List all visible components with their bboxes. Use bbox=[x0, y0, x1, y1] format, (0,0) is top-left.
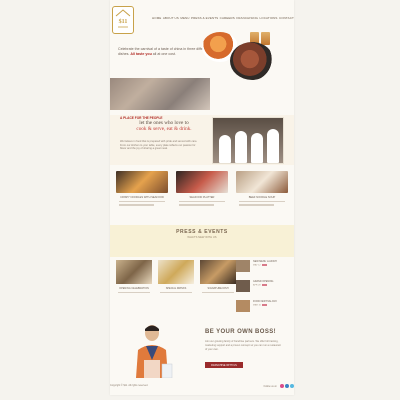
cooks-body: We believe in food that is prepared with… bbox=[120, 140, 198, 151]
press-list-date: APR 28 bbox=[253, 284, 261, 287]
nav-item-locations[interactable]: LOCATIONS bbox=[260, 16, 278, 20]
press-card[interactable]: SPECIAL DRINKS bbox=[158, 260, 194, 310]
menu-card[interactable]: CRISPY NOODLES WITH SEAFOOD bbox=[116, 171, 168, 219]
press-list-title: NEW MENU LAUNCH bbox=[253, 260, 277, 263]
cooks-headline-line2: cook & serve, eat & drink. bbox=[136, 126, 192, 132]
stirfry-plate-photo bbox=[230, 42, 274, 80]
instagram-icon[interactable] bbox=[280, 384, 284, 388]
press-list-title: GRAND OPENING bbox=[253, 280, 274, 283]
press-list-title: FOOD FESTIVAL DAY bbox=[253, 300, 277, 303]
menu-card-image bbox=[176, 171, 228, 193]
hero-text-tail: all at one cost. bbox=[151, 52, 176, 56]
press-card-title: SIGNATURE DISH bbox=[207, 287, 229, 290]
press-card-title: OPENING CELEBRATION bbox=[119, 287, 149, 290]
franchise-title: BE YOUR OWN BOSS! bbox=[205, 329, 277, 335]
menu-card-title: BEEF NOODLE SOUP bbox=[248, 196, 276, 199]
press-list-item[interactable]: FOOD FESTIVAL DAY MAR 15 bbox=[236, 300, 290, 314]
twitter-icon[interactable] bbox=[290, 384, 294, 388]
hero-text-highlight: All taste you bbox=[130, 52, 152, 56]
nav-item-menu[interactable]: MENU bbox=[180, 16, 189, 20]
press-card-image bbox=[158, 260, 194, 284]
cooks-headline: A PLACE FOR THE PEOPLE let the ones who … bbox=[120, 116, 208, 132]
press-list-thumb bbox=[236, 300, 250, 312]
menu-card-title: SEAFOOD PLATTER bbox=[189, 196, 215, 199]
menu-card-image bbox=[116, 171, 168, 193]
nav-item-press[interactable]: PRESS & EVENTS bbox=[191, 16, 218, 20]
menu-card-title: CRISPY NOODLES WITH SEAFOOD bbox=[120, 196, 164, 199]
press-list-item[interactable]: GRAND OPENING APR 28 bbox=[236, 280, 290, 294]
logo-text: $11 bbox=[119, 18, 128, 25]
nav-item-contact[interactable]: CONTACT bbox=[279, 16, 294, 20]
press-subtitle: WHAT'S NEW WITH US bbox=[187, 236, 217, 239]
footer: Copyright © $11. All rights reserved. Fo… bbox=[110, 382, 294, 395]
facebook-icon[interactable] bbox=[285, 384, 289, 388]
press-card-image bbox=[200, 260, 236, 284]
chef-portrait bbox=[128, 320, 176, 379]
logo[interactable]: $11 bbox=[112, 6, 134, 34]
menu-cards: CRISPY NOODLES WITH SEAFOOD SEAFOOD PLAT… bbox=[116, 171, 288, 219]
franchise-button[interactable]: FRANCHISE WITH US bbox=[205, 362, 243, 368]
press-card-image bbox=[116, 260, 152, 284]
press-list-thumb bbox=[236, 260, 250, 272]
press-card[interactable]: SIGNATURE DISH bbox=[200, 260, 236, 310]
nav-item-careers[interactable]: CAREERS bbox=[220, 16, 235, 20]
press-card[interactable]: OPENING CELEBRATION bbox=[116, 260, 152, 310]
menu-card[interactable]: SEAFOOD PLATTER bbox=[176, 171, 228, 219]
press-list-item[interactable]: NEW MENU LAUNCH MAY 12 bbox=[236, 260, 290, 274]
nav-item-home[interactable]: HOME bbox=[152, 16, 161, 20]
press-list: NEW MENU LAUNCH MAY 12 GRAND OPENING APR… bbox=[236, 260, 290, 320]
crowd-photo bbox=[110, 78, 210, 110]
footer-social: Follow us on bbox=[264, 384, 294, 388]
menu-card-image bbox=[236, 171, 288, 193]
press-title: PRESS & EVENTS bbox=[176, 229, 228, 235]
franchise-body: Join our growing family of franchise par… bbox=[205, 340, 281, 351]
footer-social-label: Follow us on bbox=[263, 384, 277, 388]
press-list-date: MAY 12 bbox=[253, 264, 261, 267]
press-cards: OPENING CELEBRATION SPECIAL DRINKS SIGNA… bbox=[116, 260, 236, 310]
press-list-thumb bbox=[236, 280, 250, 292]
main-nav: HOME ABOUT US MENU PRESS & EVENTS CAREER… bbox=[152, 14, 294, 22]
chefs-photo bbox=[212, 117, 284, 164]
footer-copyright: Copyright © $11. All rights reserved. bbox=[110, 384, 149, 387]
press-card-title: SPECIAL DRINKS bbox=[165, 287, 187, 290]
nav-item-franchising[interactable]: FRANCHISING bbox=[236, 16, 258, 20]
nav-item-about[interactable]: ABOUT US bbox=[163, 16, 179, 20]
page-container: $11 HOME ABOUT US MENU PRESS & EVENTS CA… bbox=[110, 0, 294, 395]
press-list-date: MAR 15 bbox=[253, 304, 261, 307]
menu-card[interactable]: BEEF NOODLE SOUP bbox=[236, 171, 288, 219]
